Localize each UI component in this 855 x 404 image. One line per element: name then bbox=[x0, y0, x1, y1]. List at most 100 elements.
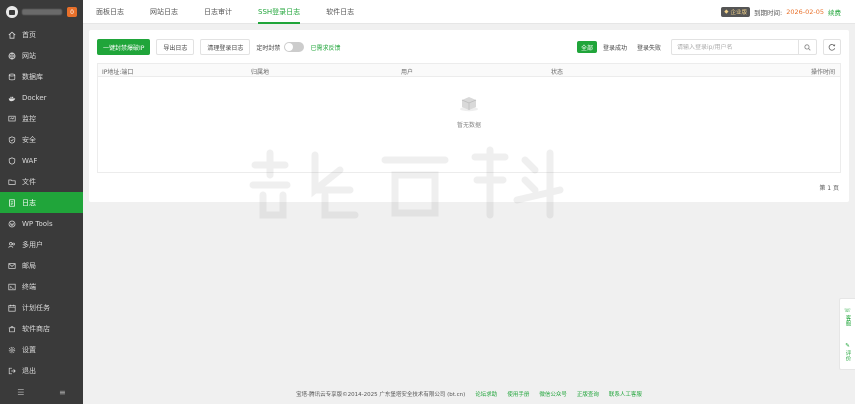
footer-link-forum[interactable]: 论坛求助 bbox=[475, 390, 497, 398]
sidebar-item-label: 监控 bbox=[22, 114, 36, 123]
search-box bbox=[671, 39, 817, 55]
sidebar-item-waf-shield[interactable]: WAF bbox=[0, 150, 83, 171]
column-operation-time: 操作时间 bbox=[810, 69, 835, 76]
sidebar-item-shield[interactable]: 安全 bbox=[0, 129, 83, 150]
sidebar-item-terminal[interactable]: 终端 bbox=[0, 276, 83, 297]
tab-software-log[interactable]: 软件日志 bbox=[313, 0, 367, 24]
sidebar-item-home[interactable]: 首页 bbox=[0, 24, 83, 45]
tab-ssh-login-log[interactable]: SSH登录日志 bbox=[245, 0, 313, 24]
empty-box-icon bbox=[460, 97, 478, 112]
sidebar-item-label: WP Tools bbox=[22, 219, 53, 228]
renew-link[interactable]: 续费 bbox=[828, 7, 841, 17]
sidebar-item-wordpress[interactable]: WP Tools bbox=[0, 213, 83, 234]
column-ip-port: IP地址:端口 bbox=[102, 69, 134, 76]
scheduled-block-toggle[interactable] bbox=[284, 42, 305, 52]
gear-icon bbox=[8, 346, 16, 354]
filter-login-failed[interactable]: 登录失败 bbox=[633, 41, 665, 53]
calendar-icon bbox=[8, 304, 16, 312]
table-header: IP地址:端口 归属地 用户 状态 操作时间 bbox=[98, 64, 840, 77]
copyright-text: 宝塔-腾讯云专享版©2014-2025 广东堡塔安全技术有限公司 (bt.cn) bbox=[296, 392, 466, 398]
block-brute-ip-button[interactable]: 一键封禁爆破IP bbox=[97, 39, 151, 55]
scheduled-block-label: 定时封禁 bbox=[256, 44, 281, 52]
filter-all[interactable]: 全部 bbox=[576, 41, 597, 53]
sidebar-item-mail[interactable]: 邮局 bbox=[0, 255, 83, 276]
scheduled-block-control: 定时封禁 bbox=[256, 42, 305, 52]
footer-link-manual[interactable]: 使用手册 bbox=[507, 390, 529, 398]
footer-link-wechat[interactable]: 微信公众号 bbox=[539, 390, 567, 398]
sidebar-item-calendar[interactable]: 计划任务 bbox=[0, 297, 83, 318]
sidebar-item-gear[interactable]: 设置 bbox=[0, 339, 83, 360]
refresh-icon bbox=[828, 44, 836, 51]
docker-icon bbox=[8, 94, 16, 102]
sidebar-item-globe[interactable]: 网站 bbox=[0, 45, 83, 66]
home-icon bbox=[8, 31, 16, 39]
tab-log-audit[interactable]: 日志审计 bbox=[191, 0, 245, 24]
pagination[interactable]: 第 1 页 bbox=[819, 183, 839, 192]
sidebar-item-label: 多用户 bbox=[22, 240, 43, 249]
column-location: 归属地 bbox=[251, 69, 270, 76]
feedback-link[interactable]: 已需求反馈 bbox=[310, 43, 340, 52]
filter-login-success[interactable]: 登录成功 bbox=[599, 41, 631, 53]
monitor-icon bbox=[8, 115, 16, 123]
empty-text: 暂无数据 bbox=[456, 122, 481, 129]
sidebar-item-log[interactable]: 日志 bbox=[0, 192, 83, 213]
shield-icon bbox=[8, 135, 16, 144]
sidebar: 0 首页网站数据库 Docker 监控安全 WAF 文件日志 WP Tools 多用户邮局终… bbox=[0, 0, 83, 404]
review-button[interactable]: ✎ 评价 bbox=[844, 343, 852, 361]
sidebar-item-label: 首页 bbox=[22, 30, 36, 39]
clear-login-log-button[interactable]: 清理登录日志 bbox=[200, 39, 251, 55]
ssh-login-table: IP地址:端口 归属地 用户 状态 操作时间 暂无数据 bbox=[97, 63, 841, 173]
notification-badge[interactable]: 0 bbox=[67, 7, 77, 17]
license-info: ◆ 企业版 到期时间: 2026-02-05 续费 bbox=[721, 6, 855, 17]
footer-link-license-check[interactable]: 正版查询 bbox=[577, 390, 599, 398]
customer-service-button[interactable]: ☏ 客服 bbox=[844, 308, 852, 326]
ssh-log-panel: 一键封禁爆破IP 导出日志 清理登录日志 定时封禁 已需求反馈 全部 登录成功 登录… bbox=[89, 30, 849, 202]
sidebar-item-store[interactable]: 软件商店 bbox=[0, 318, 83, 339]
sidebar-item-label: 设置 bbox=[22, 345, 36, 354]
sidebar-item-database[interactable]: 数据库 bbox=[0, 66, 83, 87]
sidebar-item-label: 数据库 bbox=[22, 72, 43, 81]
sidebar-item-label: 文件 bbox=[22, 177, 36, 186]
sidebar-item-label: 退出 bbox=[22, 366, 36, 375]
tab-website-log[interactable]: 网站日志 bbox=[137, 0, 191, 24]
sidebar-item-users[interactable]: 多用户 bbox=[0, 234, 83, 255]
menu-list-icon[interactable]: ≡ bbox=[59, 388, 66, 397]
refresh-button[interactable] bbox=[823, 39, 841, 55]
sidebar-header: 0 bbox=[0, 0, 83, 24]
review-label: 评价 bbox=[844, 349, 851, 361]
sidebar-item-monitor[interactable]: 监控 bbox=[0, 108, 83, 129]
bt-logo-icon bbox=[6, 6, 18, 18]
sidebar-item-docker[interactable]: Docker bbox=[0, 87, 83, 108]
floating-help-widget: ☏ 客服 ✎ 评价 bbox=[839, 298, 855, 370]
page-footer: 宝塔-腾讯云专享版©2014-2025 广东堡塔安全技术有限公司 (bt.cn)… bbox=[83, 390, 855, 398]
sidebar-item-label: 邮局 bbox=[22, 261, 36, 270]
toolbar: 一键封禁爆破IP 导出日志 清理登录日志 定时封禁 已需求反馈 全部 登录成功 登录… bbox=[97, 39, 841, 55]
wordpress-icon bbox=[8, 220, 16, 228]
terminal-icon bbox=[8, 283, 16, 291]
enterprise-badge: ◆ 企业版 bbox=[721, 6, 751, 17]
search-input[interactable] bbox=[672, 43, 798, 51]
database-icon bbox=[8, 73, 16, 81]
search-icon bbox=[804, 43, 811, 51]
tab-panel-log[interactable]: 面板日志 bbox=[83, 0, 137, 24]
tab-list: 面板日志 网站日志 日志审计 SSH登录日志 软件日志 bbox=[83, 0, 367, 24]
sidebar-item-logout[interactable]: 退出 bbox=[0, 360, 83, 381]
sidebar-menu: 首页网站数据库 Docker 监控安全 WAF 文件日志 WP Tools 多用户邮局终端计… bbox=[0, 24, 83, 381]
log-icon bbox=[8, 198, 16, 207]
footer-link-contact-support[interactable]: 联系人工客服 bbox=[609, 390, 642, 398]
edit-icon: ✎ bbox=[845, 342, 850, 349]
sidebar-item-label: 软件商店 bbox=[22, 324, 50, 333]
diamond-icon: ◆ bbox=[724, 8, 729, 15]
search-button[interactable] bbox=[798, 40, 816, 54]
toolbar-right: 全部 登录成功 登录失败 bbox=[576, 39, 841, 55]
export-log-button[interactable]: 导出日志 bbox=[156, 39, 195, 55]
sidebar-item-folder[interactable]: 文件 bbox=[0, 171, 83, 192]
mail-icon bbox=[8, 262, 16, 270]
sidebar-footer: ☰ ≡ bbox=[0, 380, 83, 404]
logout-icon bbox=[8, 367, 16, 375]
waf-shield-icon bbox=[8, 156, 16, 165]
log-tabs-bar: 面板日志 网站日志 日志审计 SSH登录日志 软件日志 ◆ 企业版 到期时间: 2026… bbox=[83, 0, 855, 24]
column-status: 状态 bbox=[551, 69, 564, 76]
headset-icon: ☏ bbox=[844, 307, 851, 314]
collapse-menu-icon[interactable]: ☰ bbox=[17, 388, 24, 397]
